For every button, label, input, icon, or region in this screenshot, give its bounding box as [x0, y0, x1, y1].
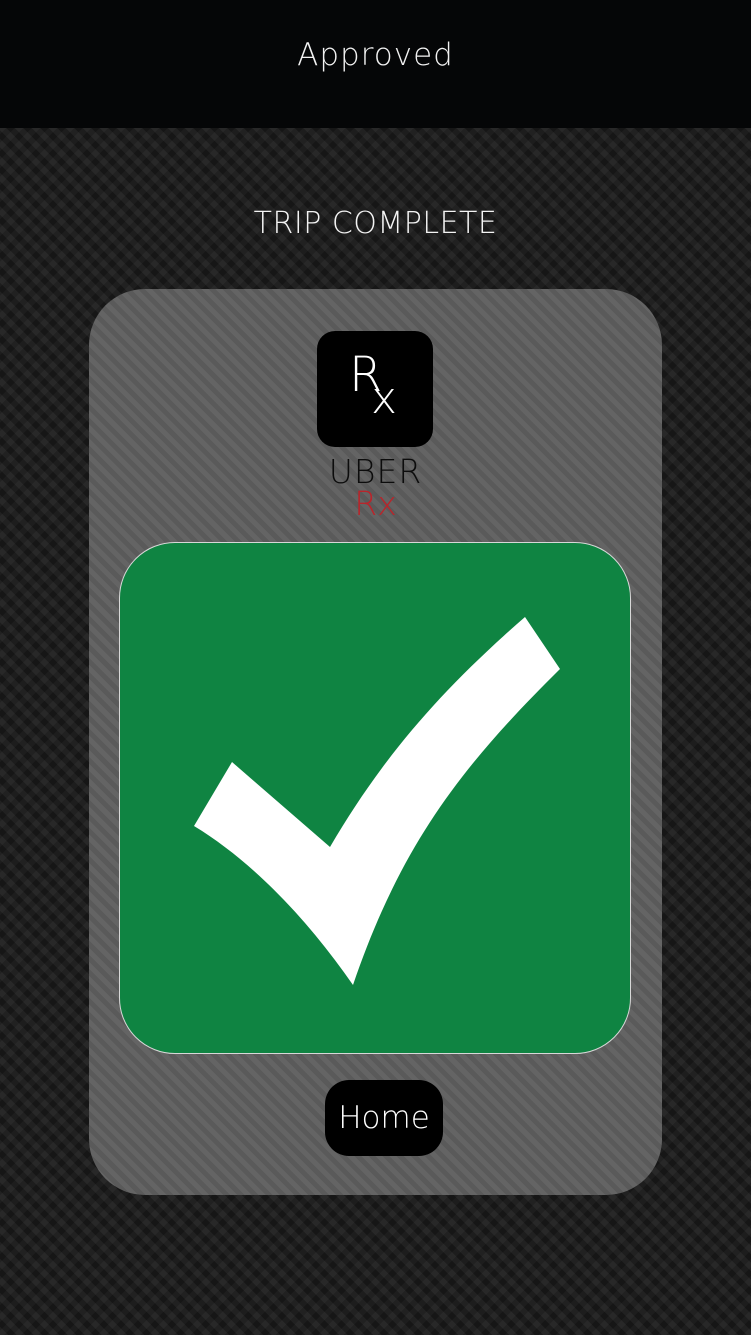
brand-sub: Rx [354, 484, 397, 523]
status-heading: TRIP COMPLETE [253, 206, 498, 241]
checkmark-icon [194, 617, 560, 985]
logo-letter-sub: x [371, 373, 398, 424]
page-title: Approved [297, 37, 454, 73]
rx-logo-icon: R x [317, 331, 433, 447]
home-button[interactable]: Home [325, 1080, 443, 1156]
trip-complete-card: R x UBER Rx Home [89, 289, 662, 1195]
top-bar: Approved [0, 0, 751, 128]
approved-panel [119, 542, 631, 1054]
